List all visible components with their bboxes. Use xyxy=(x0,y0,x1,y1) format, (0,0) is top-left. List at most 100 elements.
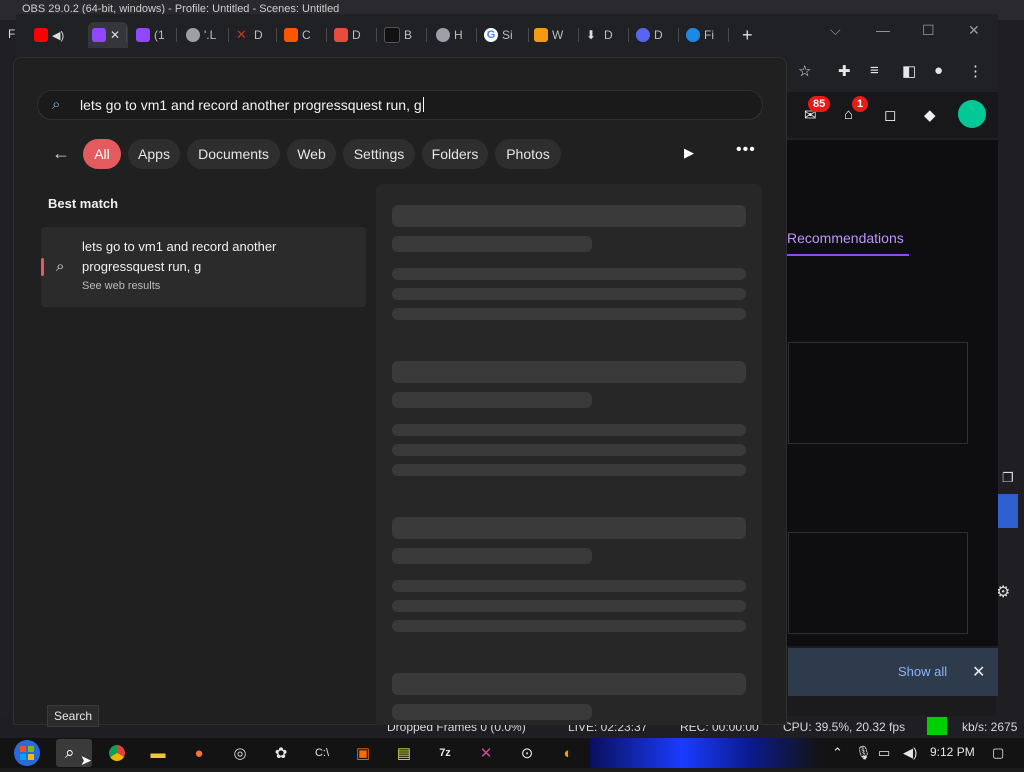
filter-folders[interactable]: Folders xyxy=(422,139,488,169)
new-tab-button[interactable]: + xyxy=(742,22,753,48)
whispers-icon[interactable]: ◻ xyxy=(884,106,896,124)
inbox-badge: 85 xyxy=(808,96,831,112)
notifications-icon[interactable]: ⌂ xyxy=(844,106,853,123)
globe-icon xyxy=(186,28,200,42)
minimize-button[interactable]: — xyxy=(876,22,890,38)
profile-icon[interactable]: ● xyxy=(934,62,943,79)
tab-close-icon[interactable]: ✕ xyxy=(110,28,120,42)
google-icon: G xyxy=(484,28,498,42)
loading-placeholder xyxy=(392,444,746,456)
tab-recommendations[interactable]: Recommendations xyxy=(787,230,909,256)
terminal-icon[interactable]: C:\ xyxy=(311,742,333,764)
play-icon[interactable]: ▶ xyxy=(684,145,694,161)
media-queue-icon[interactable]: ≡ xyxy=(870,62,879,79)
show-all-downloads-link[interactable]: Show all xyxy=(898,664,947,679)
bookmark-star-icon[interactable]: ☆ xyxy=(798,62,811,80)
tab-13[interactable]: D xyxy=(636,22,663,48)
cross-app-icon[interactable]: ✕ xyxy=(475,742,497,764)
tray-overflow-icon[interactable]: ⌃ xyxy=(832,745,843,761)
square-icon xyxy=(284,28,298,42)
search-icon: ⌕ xyxy=(56,258,65,275)
file-icon xyxy=(686,28,700,42)
tab-youtube[interactable]: ◀) xyxy=(34,22,64,48)
stream-card[interactable] xyxy=(788,342,968,444)
file-explorer-icon[interactable]: ▬ xyxy=(147,742,169,764)
start-button[interactable] xyxy=(10,739,44,767)
loading-placeholder xyxy=(392,580,746,592)
twitch-icon xyxy=(92,28,106,42)
side-panel-icon[interactable]: ◧ xyxy=(902,62,916,80)
bits-icon[interactable]: ◆ xyxy=(924,106,936,124)
result-subtitle: See web results xyxy=(82,280,161,292)
tab-14[interactable]: Fi xyxy=(686,22,714,48)
close-window-button[interactable]: ✕ xyxy=(968,22,980,39)
stream-card[interactable] xyxy=(788,532,968,634)
maximize-button[interactable]: ☐ xyxy=(922,22,935,39)
obs-active-button[interactable] xyxy=(996,494,1018,528)
search-tooltip: Search xyxy=(47,705,99,727)
filter-photos[interactable]: Photos xyxy=(495,139,561,169)
filter-settings[interactable]: Settings xyxy=(343,139,415,169)
loading-placeholder xyxy=(392,517,746,539)
tab-6[interactable]: C xyxy=(284,22,311,48)
loading-placeholder xyxy=(392,361,746,383)
dark-icon xyxy=(384,27,400,43)
microphone-icon[interactable]: 🎙 xyxy=(855,745,872,761)
loading-placeholder xyxy=(392,620,746,632)
back-arrow-icon[interactable]: ← xyxy=(52,143,70,164)
chrome-tab-strip: ◀) ✕ (1 '.L ✕ D C D B H G Si W ⬇ D D Fi + ⌵… xyxy=(16,14,998,58)
loading-placeholder xyxy=(392,288,746,300)
tab-4[interactable]: '.L xyxy=(186,22,216,48)
close-download-bar-button[interactable]: ✕ xyxy=(972,662,985,682)
tab-3[interactable]: (1 xyxy=(136,22,165,48)
notepad-icon[interactable]: ▤ xyxy=(393,742,415,764)
search-input[interactable]: lets go to vm1 and record another progre… xyxy=(80,97,424,113)
tab-search-chevron-icon[interactable]: ⌵ xyxy=(830,22,841,39)
filter-documents[interactable]: Documents xyxy=(187,139,280,169)
filter-apps[interactable]: Apps xyxy=(128,139,180,169)
taskbar-clock[interactable]: 9:12 PM xyxy=(930,745,975,759)
loading-placeholder xyxy=(392,704,592,720)
network-icon[interactable]: ▭ xyxy=(878,745,890,761)
tab-12[interactable]: ⬇ D xyxy=(586,22,613,48)
app-orange-icon[interactable]: ▣ xyxy=(352,742,374,764)
app-round-icon[interactable]: ◐ xyxy=(557,742,579,764)
notifications-badge: 1 xyxy=(852,96,869,112)
chrome-menu-icon[interactable]: ⋮ xyxy=(968,62,983,80)
obs-dock-icon[interactable]: ❐ xyxy=(1002,470,1022,486)
filter-all[interactable]: All xyxy=(83,139,121,169)
loading-placeholder xyxy=(392,392,592,408)
tab-twitch-active[interactable]: ✕ xyxy=(88,22,128,48)
filter-web[interactable]: Web xyxy=(287,139,336,169)
loading-placeholder xyxy=(392,600,746,612)
more-options-icon[interactable]: ••• xyxy=(736,141,756,159)
cross-icon: ✕ xyxy=(236,27,247,42)
tab-5[interactable]: ✕ D xyxy=(236,22,263,48)
extensions-puzzle-icon[interactable]: ✚ xyxy=(838,62,851,80)
media-player-icon[interactable]: ⊙ xyxy=(516,742,538,764)
loading-placeholder xyxy=(392,424,746,436)
7zip-icon[interactable]: 7z xyxy=(434,742,456,764)
bitrate: kb/s: 2675 xyxy=(962,720,1018,734)
obs-taskbar-icon[interactable]: ◎ xyxy=(229,742,251,764)
result-preview-pane xyxy=(376,184,762,725)
tab-8[interactable]: B xyxy=(384,22,412,48)
user-avatar[interactable] xyxy=(958,100,986,128)
notifications-icon[interactable]: ▢ xyxy=(992,745,1004,761)
obs-settings-gear-icon[interactable]: ⚙ xyxy=(996,582,1010,602)
chrome-taskbar-icon[interactable] xyxy=(106,742,128,764)
tab-11[interactable]: W xyxy=(534,22,563,48)
twitch-top-nav: ✉ 85 ⌂ 1 ◻ ◆ xyxy=(786,92,998,138)
firefox-icon[interactable]: ● xyxy=(188,742,210,764)
search-icon: ⌕ xyxy=(65,743,75,762)
download-icon: ⬇ xyxy=(586,28,597,42)
tab-10[interactable]: G Si xyxy=(484,22,513,48)
tab-7[interactable]: D xyxy=(334,22,361,48)
game-icon xyxy=(334,28,348,42)
tab-9[interactable]: H xyxy=(436,22,463,48)
twitch-icon xyxy=(136,28,150,42)
youtube-icon xyxy=(34,28,48,42)
volume-icon[interactable]: ◀) xyxy=(903,745,917,761)
app-taskbar-icon[interactable]: ✿ xyxy=(270,742,292,764)
loading-placeholder xyxy=(392,548,592,564)
